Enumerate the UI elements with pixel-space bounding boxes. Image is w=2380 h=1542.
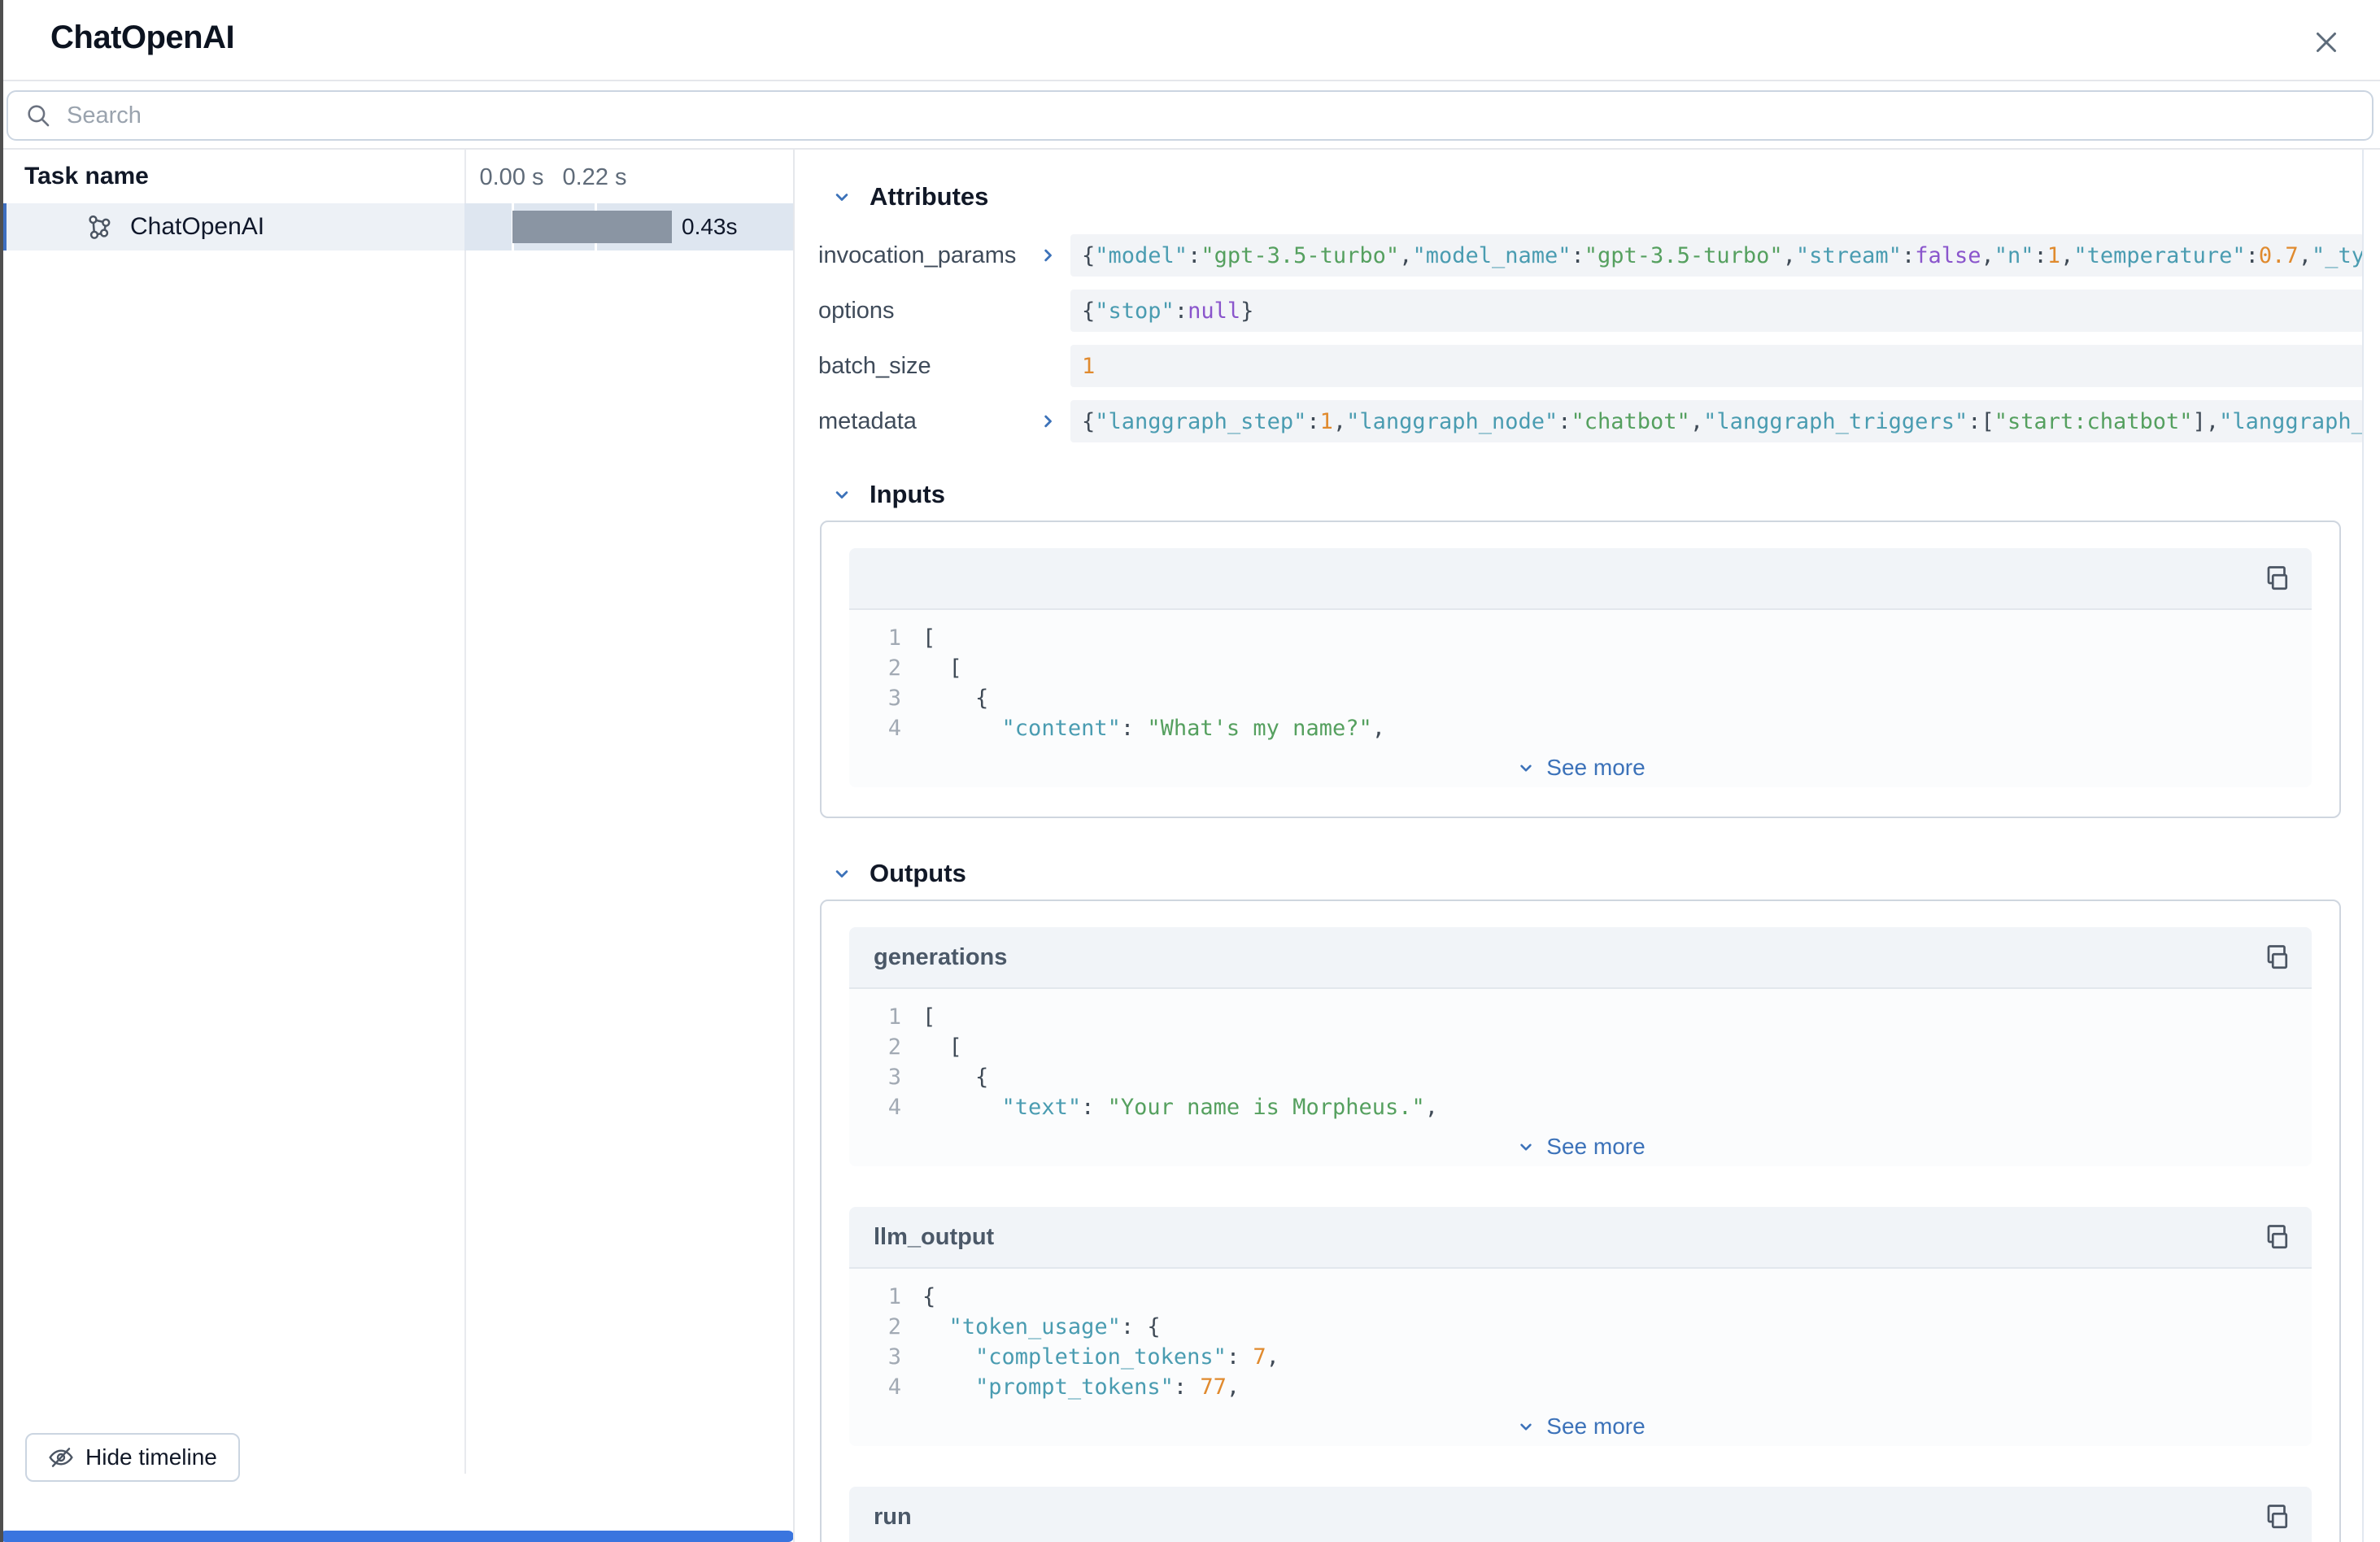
hide-timeline-label: Hide timeline: [85, 1444, 217, 1470]
outputs-section-header[interactable]: Outputs: [830, 859, 2380, 888]
window-left-edge: [0, 0, 3, 1542]
see-more-link[interactable]: See more: [849, 1127, 2312, 1166]
llm-output-code-panel: llm_output 1{2 "token_usage": {3 "comple…: [849, 1207, 2312, 1446]
chevron-down-icon: [1515, 1136, 1537, 1157]
attribute-value: 1: [1070, 345, 2364, 387]
panel-divider[interactable]: [793, 150, 795, 1542]
code-block: 1[2 [3 {4 "text": "Your name is Morpheus…: [849, 989, 2312, 1127]
see-more-label: See more: [1546, 1134, 1645, 1160]
close-icon: [2312, 28, 2341, 57]
see-more-label: See more: [1546, 1414, 1645, 1440]
timeline-header: Task name 0.00 s 0.22 s: [0, 150, 794, 203]
attribute-row: metadata {"langgraph_step":1,"langgraph_…: [796, 400, 2380, 442]
outputs-card: generations 1[2 [3 {4 "text": "Your name…: [820, 900, 2341, 1542]
copy-icon: [2261, 1222, 2291, 1252]
search-icon: [24, 102, 52, 129]
code-toolbar: [849, 548, 2312, 610]
timeline-duration-label: 0.43s: [682, 214, 738, 240]
copy-icon: [2261, 943, 2291, 972]
chevron-down-icon: [830, 483, 853, 506]
close-button[interactable]: [2308, 24, 2344, 60]
timeline-duration-bar: [512, 211, 672, 243]
outputs-heading: Outputs: [870, 859, 966, 888]
run-code-panel: run: [849, 1487, 2312, 1542]
block-title: generations: [874, 944, 1007, 971]
inputs-heading: Inputs: [870, 480, 945, 509]
attribute-label: invocation_params: [818, 242, 1036, 269]
see-more-label: See more: [1546, 755, 1645, 781]
copy-button[interactable]: [2258, 1219, 2294, 1255]
code-block: 1[2 [3 {4 "content": "What's my name?",: [849, 610, 2312, 748]
modal-header: ChatOpenAI: [0, 0, 2380, 81]
inputs-card: 1[2 [3 {4 "content": "What's my name?", …: [820, 521, 2341, 818]
task-name-column-header: Task name: [24, 163, 149, 190]
task-row-timeline: 0.43s: [464, 203, 794, 250]
task-row-label: ChatOpenAI: [130, 213, 264, 241]
copy-icon: [2261, 564, 2291, 593]
attribute-label: batch_size: [818, 353, 1036, 380]
details-panel: Attributes invocation_params {"model":"g…: [796, 150, 2380, 1542]
code-toolbar: run: [849, 1487, 2312, 1542]
timeline-panel: Task name 0.00 s 0.22 s ChatOpenAI: [0, 150, 794, 1542]
timeline-horizontal-scrollbar[interactable]: [0, 1531, 794, 1542]
details-scrollbar-track[interactable]: [2362, 150, 2364, 1542]
attribute-label: metadata: [818, 408, 1036, 435]
search-input[interactable]: [67, 102, 2356, 129]
llm-run-type-icon: [85, 212, 114, 242]
copy-button[interactable]: [2258, 1499, 2294, 1535]
chevron-down-icon: [830, 862, 853, 885]
timeline-tick-1: 0.22 s: [563, 164, 627, 191]
attribute-row: options {"stop":null}: [796, 290, 2380, 332]
code-block: 1{2 "token_usage": {3 "completion_tokens…: [849, 1269, 2312, 1407]
chevron-down-icon: [830, 185, 853, 208]
timeline-tick-0: 0.00 s: [480, 164, 544, 191]
modal-title: ChatOpenAI: [50, 20, 234, 56]
task-row-main: ChatOpenAI: [7, 203, 464, 250]
hide-timeline-button[interactable]: Hide timeline: [25, 1433, 240, 1482]
attribute-value: {"stop":null}: [1070, 290, 2364, 332]
code-toolbar: generations: [849, 927, 2312, 989]
trace-detail-modal: ChatOpenAI Task name 0.00 s 0.22 s: [0, 0, 2380, 1542]
chevron-down-icon: [1515, 757, 1537, 778]
code-toolbar: llm_output: [849, 1207, 2312, 1269]
attributes-heading: Attributes: [870, 182, 988, 211]
attribute-value: {"langgraph_step":1,"langgraph_node":"ch…: [1070, 400, 2364, 442]
copy-icon: [2261, 1502, 2291, 1531]
attribute-row: invocation_params {"model":"gpt-3.5-turb…: [796, 234, 2380, 277]
task-row[interactable]: ChatOpenAI 0.43s: [0, 203, 794, 250]
chevron-down-icon: [1515, 1416, 1537, 1437]
copy-button[interactable]: [2258, 560, 2294, 596]
see-more-link[interactable]: See more: [849, 748, 2312, 787]
search-bar[interactable]: [7, 90, 2373, 141]
eye-off-icon: [48, 1444, 74, 1470]
copy-button[interactable]: [2258, 939, 2294, 975]
see-more-link[interactable]: See more: [849, 1407, 2312, 1446]
inputs-code-panel: 1[2 [3 {4 "content": "What's my name?", …: [849, 548, 2312, 787]
attributes-section-header[interactable]: Attributes: [830, 182, 2380, 211]
block-title: llm_output: [874, 1224, 994, 1251]
inputs-section-header[interactable]: Inputs: [830, 480, 2380, 509]
attribute-label: options: [818, 298, 1036, 325]
attributes-rows: invocation_params {"model":"gpt-3.5-turb…: [796, 234, 2380, 442]
block-title: run: [874, 1504, 912, 1531]
attribute-row: batch_size 1: [796, 345, 2380, 387]
generations-code-panel: generations 1[2 [3 {4 "text": "Your name…: [849, 927, 2312, 1166]
expand-chevron-icon[interactable]: [1036, 410, 1070, 433]
column-divider: [464, 150, 466, 1474]
attribute-value: {"model":"gpt-3.5-turbo","model_name":"g…: [1070, 234, 2364, 277]
search-strip: [0, 81, 2380, 150]
expand-chevron-icon[interactable]: [1036, 244, 1070, 267]
